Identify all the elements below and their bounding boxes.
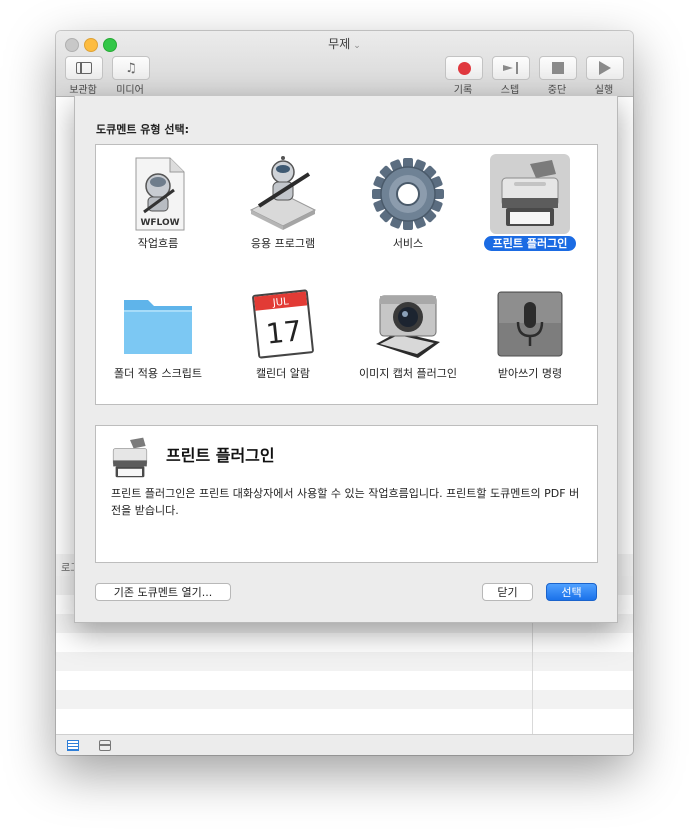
document-type-grid: WFLOW 작업흐름 응용 프로그램 서비스 프린트 플러그인 폴더 적용 스크… [95,144,598,405]
type-label: 프린트 플러그인 [471,235,589,251]
type-label: 작업흐름 [99,235,217,251]
type-print-plugin[interactable]: 프린트 플러그인 [471,150,589,270]
calendar-month: JUL [271,296,289,309]
printer-icon [490,154,570,234]
printer-icon [106,434,154,482]
type-workflow[interactable]: WFLOW 작업흐름 [99,150,217,270]
media-button[interactable]: ♫ [112,56,150,80]
microphone-icon [490,284,570,364]
gear-icon [368,154,448,234]
stop-icon [552,62,564,74]
stop-label: 중단 [547,85,567,96]
type-label-text: 프린트 플러그인 [483,236,577,251]
type-label: 응용 프로그램 [224,235,342,251]
play-icon [599,61,611,75]
run-button[interactable] [586,56,624,80]
type-label-text: 폴더 적용 스크립트 [114,367,202,380]
log-row [56,671,633,690]
type-label-text: 응용 프로그램 [250,237,316,250]
camera-icon [368,284,448,364]
workflow-badge: WFLOW [140,218,179,228]
description-text: 프린트 플러그인은 프린트 대화상자에서 사용할 수 있는 작업흐름입니다. 프… [111,487,580,517]
media-label: 미디어 [116,85,144,96]
step-icon [503,62,519,74]
window-title-text: 무제 [328,37,351,51]
type-folder-action[interactable]: 폴더 적용 스크립트 [99,280,217,400]
log-row [56,690,633,709]
log-row [56,709,633,728]
type-label: 캘린더 알람 [224,365,342,381]
description-panel: 프린트 플러그인 프린트 플러그인은 프린트 대화상자에서 사용할 수 있는 작… [95,425,598,563]
chevron-down-icon: ⌄ [353,41,361,51]
type-label: 서비스 [349,235,467,251]
record-icon [457,61,471,75]
split-view-icon[interactable] [99,740,111,751]
calendar-icon: JUL 17 [243,284,323,364]
library-button[interactable] [65,56,103,80]
open-existing-document-button[interactable]: 기존 도큐멘트 열기... [95,583,231,601]
type-calendar-alarm[interactable]: JUL 17 캘린더 알람 [224,280,342,400]
type-label-text: 서비스 [392,237,424,250]
description-title: 프린트 플러그인 [166,446,275,465]
type-application[interactable]: 응용 프로그램 [224,150,342,270]
title-bar: 무제 ⌄ 보관함 ♫ 미디어 기록 스텝 중단 실행 [56,31,633,97]
log-row [56,633,633,652]
folder-icon [118,284,198,364]
window-title[interactable]: 무제 ⌄ [56,35,633,52]
automator-robot-icon [243,154,323,234]
status-bar [56,734,633,755]
step-button[interactable] [492,56,530,80]
stop-button[interactable] [539,56,577,80]
type-label-text: 캘린더 알람 [255,367,311,380]
type-image-capture-plugin[interactable]: 이미지 캡처 플러그인 [349,280,467,400]
workflow-document-icon: WFLOW [118,154,198,234]
type-label: 이미지 캡처 플러그인 [349,365,467,381]
log-row [56,652,633,671]
library-label: 보관함 [69,85,97,96]
type-dictation-command[interactable]: 받아쓰기 명령 [471,280,589,400]
step-label: 스텝 [500,85,520,96]
type-label: 폴더 적용 스크립트 [99,365,217,381]
sheet-heading: 도큐멘트 유형 선택: [96,123,190,136]
type-label-text: 이미지 캡처 플러그인 [358,367,458,380]
record-button[interactable] [445,56,483,80]
run-label: 실행 [594,85,614,96]
choose-button[interactable]: 선택 [546,583,597,601]
type-label: 받아쓰기 명령 [471,365,589,381]
record-label: 기록 [453,85,473,96]
type-service[interactable]: 서비스 [349,150,467,270]
close-button[interactable]: 닫기 [482,583,533,601]
calendar-day: 17 [264,314,303,351]
document-type-sheet: 도큐멘트 유형 선택: WFLOW 작업흐름 응용 프로그램 서비스 프린트 플… [74,96,618,623]
type-label-text: 작업흐름 [137,237,179,250]
list-view-icon[interactable] [67,740,79,751]
media-icon: ♫ [125,60,137,76]
type-label-text: 받아쓰기 명령 [497,367,563,380]
library-icon [76,62,92,74]
